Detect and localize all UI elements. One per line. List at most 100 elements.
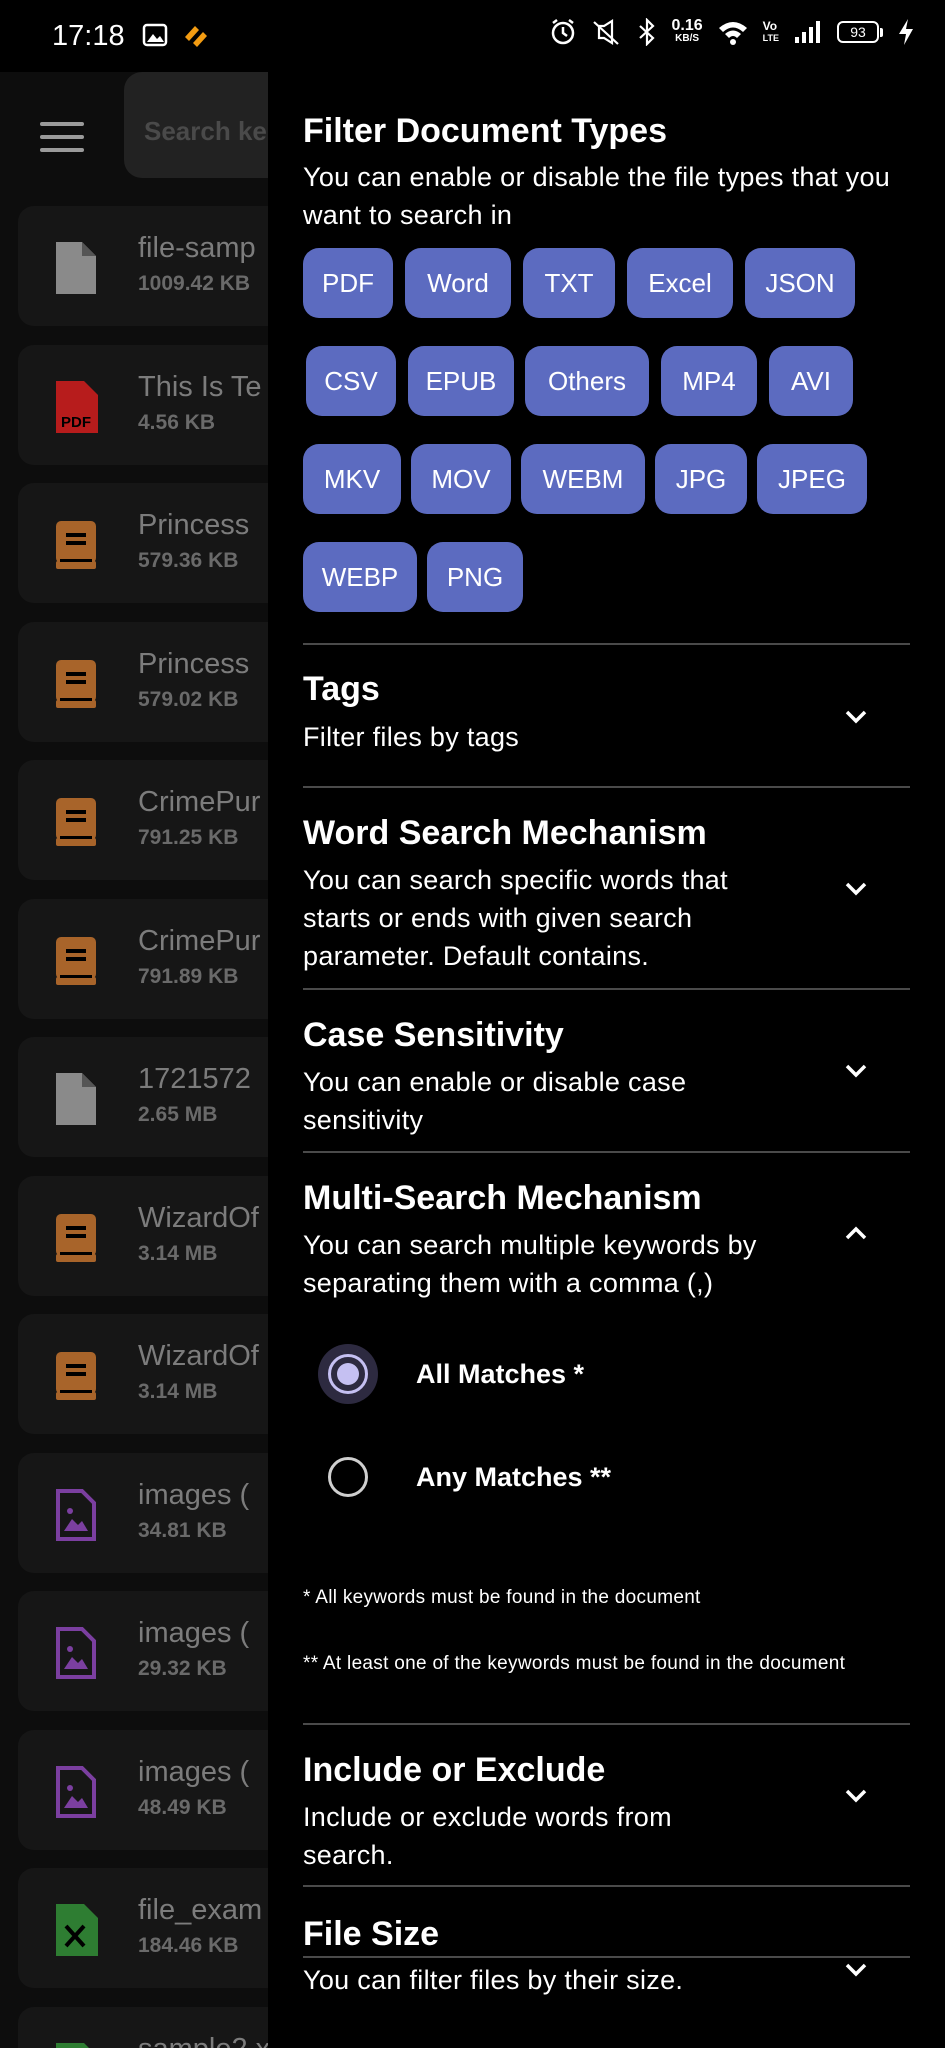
chip-excel[interactable]: Excel — [627, 248, 733, 318]
chevron-up-icon[interactable] — [842, 1219, 870, 1247]
include-exclude-desc-line1: Include or exclude words from — [303, 1802, 672, 1832]
divider — [303, 1956, 910, 1958]
case-sensitivity-section[interactable]: Case Sensitivity You can enable or disab… — [303, 990, 910, 1152]
chip-mkv[interactable]: MKV — [303, 444, 401, 514]
image-icon — [54, 1627, 98, 1679]
chevron-down-icon[interactable] — [842, 1955, 870, 1983]
multi-search-desc-line2: separating them with a comma (,) — [303, 1268, 714, 1298]
case-sensitivity-title: Case Sensitivity — [303, 1016, 564, 1054]
chip-json[interactable]: JSON — [745, 248, 855, 318]
file-name: WizardOf — [138, 1340, 259, 1372]
file-name: Princess — [138, 509, 250, 541]
word-search-desc-line2: starts or ends with given search — [303, 903, 693, 933]
any-matches-footnote: ** At least one of the keywords must be … — [303, 1653, 846, 1674]
word-search-desc-line3: parameter. Default contains. — [303, 941, 650, 971]
book-icon — [54, 1350, 98, 1402]
all-matches-footnote: * All keywords must be found in the docu… — [303, 1587, 701, 1608]
chip-avi[interactable]: AVI — [769, 346, 853, 416]
pdf-icon: PDF — [54, 380, 98, 433]
word-search-title: Word Search Mechanism — [303, 814, 707, 852]
radio-button-unselected[interactable] — [328, 1457, 368, 1497]
document-icon — [54, 1073, 98, 1125]
file-size-title: File Size — [303, 1915, 440, 1953]
bluetooth-icon — [638, 18, 655, 46]
wifi-icon — [718, 22, 747, 45]
svg-text:PDF: PDF — [61, 414, 91, 431]
chip-csv[interactable]: CSV — [306, 346, 396, 416]
file-name: Princess — [138, 647, 250, 680]
file-name: file-samp — [138, 232, 256, 264]
file-name: CrimePur — [138, 786, 261, 818]
spreadsheet-icon — [54, 2042, 98, 2048]
include-exclude-section[interactable]: Include or Exclude Include or exclude wo… — [303, 1725, 910, 1887]
chip-webm[interactable]: WEBM — [521, 444, 645, 514]
battery-indicator: 93 — [837, 21, 883, 43]
chevron-down-icon[interactable] — [842, 1056, 870, 1084]
gallery-icon — [142, 23, 168, 47]
image-icon — [54, 1765, 98, 1818]
chevron-down-icon[interactable] — [842, 1781, 870, 1809]
radio-label-all-matches: All Matches * — [416, 1358, 585, 1389]
case-sensitivity-desc-line2: sensitivity — [303, 1105, 424, 1135]
tags-subtitle: Filter files by tags — [303, 722, 520, 752]
file-name: file_exam — [138, 1894, 263, 1926]
file-name: sample2.x — [138, 2033, 270, 2048]
file-size: 184.46 KB — [138, 1934, 239, 1957]
hamburger-menu-icon[interactable] — [40, 122, 84, 156]
filter-document-types-title: Filter Document Types — [303, 112, 667, 150]
chip-jpeg[interactable]: JPEG — [757, 444, 867, 514]
book-icon — [54, 1212, 98, 1264]
file-size: 791.89 KB — [138, 964, 239, 988]
chevron-down-icon[interactable] — [842, 702, 870, 730]
chip-jpg[interactable]: JPG — [655, 444, 747, 514]
file-size: 4.56 KB — [138, 410, 216, 434]
image-icon — [54, 1488, 98, 1541]
network-speed: 0.16 KB/S — [671, 17, 703, 45]
book-icon — [54, 935, 98, 987]
file-size: 2.65 MB — [138, 1103, 218, 1126]
chip-txt[interactable]: TXT — [523, 248, 615, 318]
file-size: 3.14 MB — [138, 1241, 218, 1265]
chevron-down-icon[interactable] — [842, 874, 870, 902]
chip-mp4[interactable]: MP4 — [661, 346, 757, 416]
file-name: 1721572 — [138, 1063, 251, 1095]
app-notification-icon — [185, 26, 207, 47]
tags-title: Tags — [303, 670, 380, 708]
file-size: 791.25 KB — [138, 826, 239, 849]
include-exclude-title: Include or Exclude — [303, 1751, 606, 1789]
book-icon — [54, 796, 98, 848]
file-name: images ( — [138, 1755, 250, 1788]
chip-webp[interactable]: WEBP — [303, 542, 417, 612]
chip-pdf[interactable]: PDF — [303, 248, 393, 318]
word-search-section[interactable]: Word Search Mechanism You can search spe… — [303, 788, 910, 988]
include-exclude-desc-line2: search. — [303, 1840, 394, 1870]
file-size: 579.02 KB — [138, 687, 239, 711]
radio-any-matches[interactable]: Any Matches ** — [328, 1457, 611, 1497]
radio-all-matches[interactable]: All Matches * — [318, 1344, 585, 1404]
spreadsheet-icon — [54, 1904, 98, 1956]
chip-word[interactable]: Word — [405, 248, 511, 318]
alarm-icon — [551, 19, 574, 45]
file-name: CrimePur — [138, 924, 261, 957]
filter-drawer: Filter Document Types You can enable or … — [268, 72, 945, 2048]
multi-search-title: Multi-Search Mechanism — [303, 1179, 702, 1217]
chip-others[interactable]: Others — [525, 346, 649, 416]
charging-icon — [899, 19, 913, 45]
file-name: images ( — [138, 1617, 250, 1649]
chip-mov[interactable]: MOV — [411, 444, 511, 514]
chip-png[interactable]: PNG — [427, 542, 523, 612]
signal-icon — [795, 21, 820, 43]
file-size-subtitle: You can filter files by their size. — [303, 1965, 684, 1995]
filter-document-types-subtitle: You can enable or disable the file types… — [303, 162, 891, 230]
mute-icon — [592, 19, 619, 45]
file-size: 3.14 MB — [138, 1380, 218, 1403]
multi-search-section: Multi-Search Mechanism You can search mu… — [303, 1153, 910, 1723]
chip-epub[interactable]: EPUB — [408, 346, 514, 416]
tags-section[interactable]: Tags Filter files by tags — [303, 644, 910, 796]
file-size: 579.36 KB — [138, 549, 239, 572]
file-name: WizardOf — [138, 1201, 259, 1234]
file-size-section[interactable]: File Size You can filter files by their … — [303, 1887, 910, 2029]
radio-button-selected[interactable] — [328, 1354, 368, 1394]
file-size: 48.49 KB — [138, 1795, 227, 1819]
radio-label-any-matches: Any Matches ** — [416, 1461, 612, 1492]
